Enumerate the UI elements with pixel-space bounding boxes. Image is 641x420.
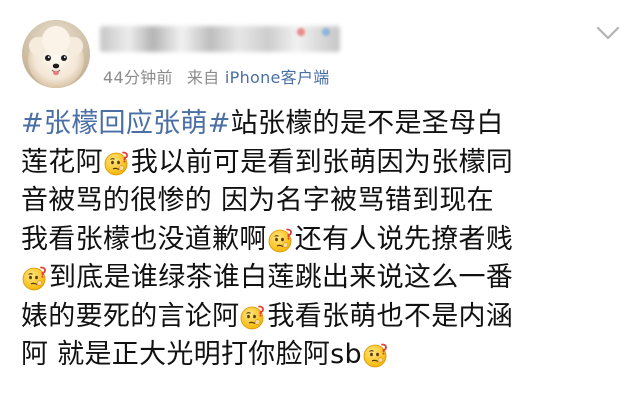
post-line: 莲花阿 我以前可是看到张萌因为张檬同	[21, 144, 621, 183]
post-line: 阿 就是正大光明打你脸阿sb	[21, 336, 621, 375]
post-text-segment: 音被骂的很惨的 因为名字被骂错到现在	[21, 185, 494, 216]
post-line: 婊的要死的言论阿 我看张萌也不是内涵	[21, 298, 621, 337]
post-line: 我看张檬也没道歉啊 还有人说先撩者贱	[21, 221, 621, 260]
post-text-segment: 莲花阿	[21, 146, 103, 178]
post-text-segment: 到底是谁绿茶谁白莲跳出来说这么一番	[49, 262, 514, 293]
thinking-emoji-icon	[22, 264, 48, 291]
thinking-emoji-icon	[363, 341, 389, 368]
post-text-segment: 站张檬的是不是圣母白	[230, 108, 504, 139]
post-line: 音被骂的很惨的 因为名字被骂错到现在	[21, 182, 621, 221]
weibo-post-card: 44分钟前 来自 iPhone客户端 #张檬回应张萌#站张檬的是不是圣母白 莲花阿 …	[0, 0, 641, 420]
post-line: #张檬回应张萌#站张檬的是不是圣母白	[21, 105, 621, 144]
post-source-prefix: 来自	[186, 68, 220, 87]
thinking-emoji-icon	[104, 149, 130, 175]
post-text-segment: 还有人说先撩者贱	[294, 223, 514, 255]
post-text-segment: 阿 就是正大光明打你脸阿sb	[21, 339, 362, 370]
pomeranian-avatar-icon	[22, 20, 90, 88]
redaction-color-dot	[297, 28, 305, 36]
post-text-segment: 我看张萌也不是内涵	[267, 300, 514, 332]
post-text-segment: 我以前可是看到张萌因为张檬同	[130, 146, 514, 178]
thinking-emoji-icon	[240, 303, 266, 329]
thinking-emoji-icon	[268, 226, 294, 252]
hashtag-link[interactable]: #张檬回应张萌#	[21, 108, 231, 139]
post-timestamp: 44分钟前	[103, 68, 173, 87]
post-body: #张檬回应张萌#站张檬的是不是圣母白 莲花阿 我以前可是看到张萌因为张檬同 音被骂的…	[21, 105, 621, 375]
post-text-segment: 我看张檬也没道歉啊	[21, 223, 267, 255]
chevron-down-icon[interactable]	[595, 24, 621, 42]
post-device-link[interactable]: iPhone客户端	[225, 68, 330, 87]
post-meta: 44分钟前 来自 iPhone客户端	[103, 64, 330, 88]
user-avatar[interactable]	[22, 20, 90, 88]
redaction-color-dot	[322, 28, 330, 36]
post-text-segment: 婊的要死的言论阿	[21, 300, 240, 332]
post-line: 到底是谁绿茶谁白莲跳出来说这么一番	[21, 259, 621, 298]
